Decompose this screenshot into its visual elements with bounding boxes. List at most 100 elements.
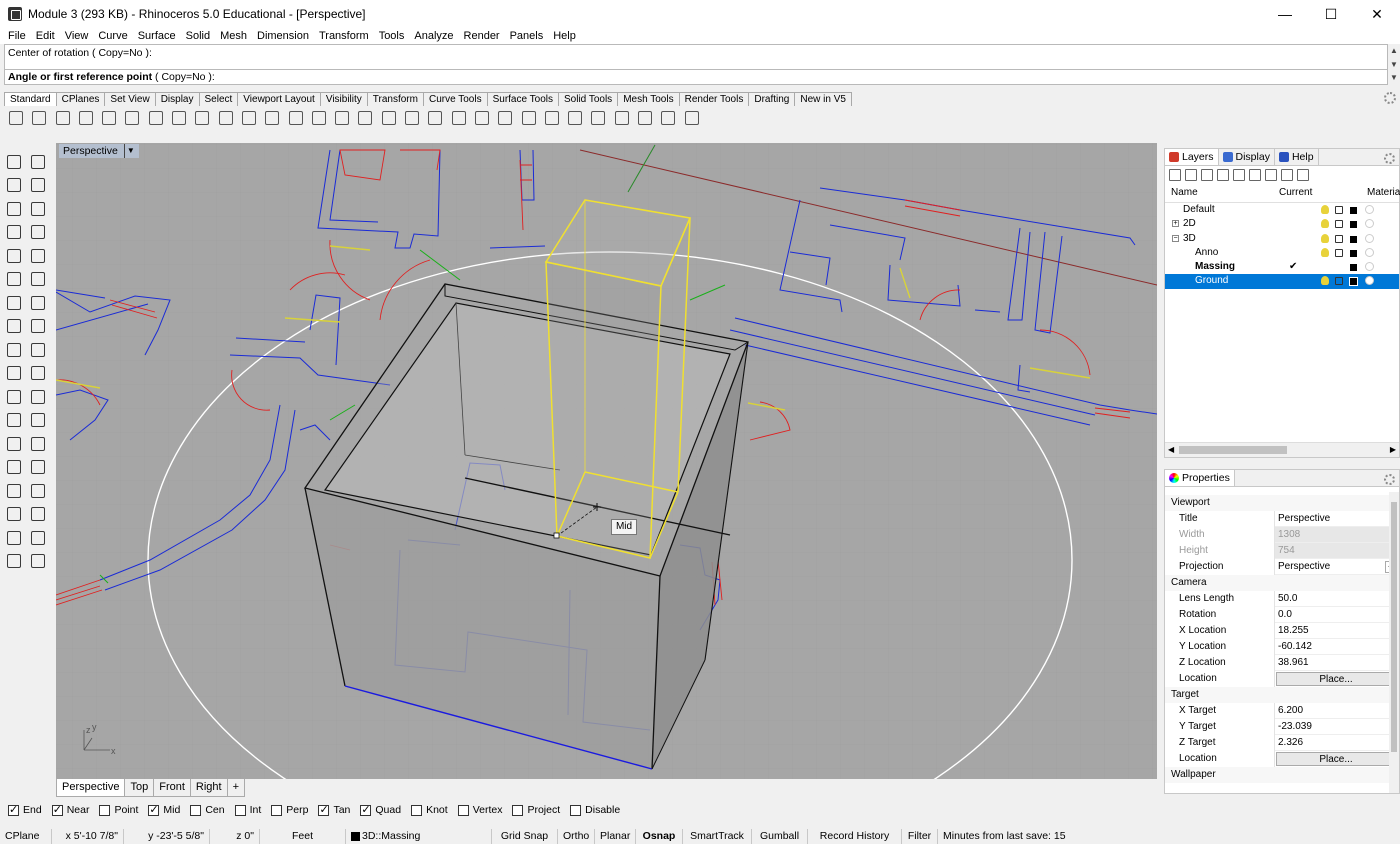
status-smarttrack[interactable]: SmartTrack <box>683 829 752 844</box>
osnap-disable[interactable]: Disable <box>570 804 620 816</box>
osnap-disable-checkbox[interactable] <box>570 804 582 816</box>
material-sphere-icon[interactable] <box>565 108 585 128</box>
osnap-cen[interactable]: Cen <box>190 804 225 816</box>
prop-yloc-input[interactable]: -60.142 <box>1275 639 1399 655</box>
status-cplane[interactable]: CPlane <box>0 829 52 844</box>
move-parent-icon[interactable] <box>1249 168 1261 181</box>
osnap-quad-checkbox[interactable] <box>360 803 372 816</box>
print-icon[interactable] <box>76 108 96 128</box>
scroll-end-icon[interactable]: ▼ <box>1388 71 1400 85</box>
osnap-vertex-checkbox[interactable] <box>457 804 469 816</box>
camera-place-button[interactable]: Place... <box>1276 672 1396 686</box>
viewport-menu-icon[interactable]: ▼ <box>123 144 135 158</box>
visibility-bulb-icon[interactable] <box>1321 247 1329 257</box>
bounding-box-icon[interactable] <box>28 504 48 524</box>
section-target[interactable]: Target <box>1165 687 1399 703</box>
prop-ztgt-input[interactable]: 2.326 <box>1275 735 1399 751</box>
osnap-end[interactable]: End <box>8 803 42 816</box>
split-icon[interactable] <box>28 363 48 383</box>
osnap-tan-checkbox[interactable] <box>318 803 330 816</box>
delete-layer-icon[interactable] <box>1201 168 1213 181</box>
status-ortho[interactable]: Ortho <box>558 829 595 844</box>
layers-hscroll-thumb[interactable] <box>1179 446 1287 454</box>
material-icon[interactable] <box>1365 205 1374 214</box>
tab-mesh-tools[interactable]: Mesh Tools <box>617 92 680 106</box>
material-icon[interactable] <box>1365 276 1374 286</box>
osnap-mid[interactable]: Mid <box>148 803 180 816</box>
visibility-bulb-icon[interactable] <box>1321 276 1329 286</box>
select-arrow-icon[interactable] <box>4 152 24 172</box>
osnap-cen-checkbox[interactable] <box>190 804 202 816</box>
menu-edit[interactable]: Edit <box>31 30 60 42</box>
render-sphere-icon[interactable] <box>542 108 562 128</box>
move-icon[interactable] <box>4 528 24 548</box>
points-icon[interactable] <box>425 108 445 128</box>
prop-ytgt-input[interactable]: -23.039 <box>1275 719 1399 735</box>
prop-xloc-input[interactable]: 18.255 <box>1275 623 1399 639</box>
ellipse-icon[interactable] <box>28 199 48 219</box>
osnap-int-checkbox[interactable] <box>234 804 246 816</box>
join-icon[interactable] <box>4 387 24 407</box>
tab-select[interactable]: Select <box>198 92 239 106</box>
import-icon[interactable] <box>99 108 119 128</box>
close-button[interactable]: ✕ <box>1354 0 1400 28</box>
prop-title-input[interactable]: Perspective <box>1275 511 1399 527</box>
material-icon[interactable] <box>1365 247 1374 257</box>
options-icon[interactable] <box>612 108 632 128</box>
menu-file[interactable]: File <box>3 30 31 42</box>
tab-set-view[interactable]: Set View <box>104 92 156 106</box>
material-icon[interactable] <box>1365 233 1374 243</box>
copy-icon[interactable] <box>146 108 166 128</box>
osnap-knot-checkbox[interactable] <box>411 804 423 816</box>
vptab-perspective[interactable]: Perspective <box>56 779 126 797</box>
menu-solid[interactable]: Solid <box>181 30 215 42</box>
menu-analyze[interactable]: Analyze <box>409 30 458 42</box>
menu-panels[interactable]: Panels <box>505 30 549 42</box>
vptab-right[interactable]: Right <box>189 779 228 797</box>
layer-row-ground[interactable]: Ground <box>1165 274 1399 289</box>
layers-gear-icon[interactable] <box>1384 153 1395 164</box>
paste-icon[interactable] <box>169 108 189 128</box>
status-record-history[interactable]: Record History <box>808 829 902 844</box>
menu-tools[interactable]: Tools <box>374 30 410 42</box>
panel-tab-properties[interactable]: Properties <box>1165 470 1235 486</box>
filter-icon[interactable] <box>1265 168 1277 181</box>
material-icon[interactable] <box>1365 219 1374 229</box>
status-grid-snap[interactable]: Grid Snap <box>492 829 558 844</box>
menu-transform[interactable]: Transform <box>314 30 374 42</box>
undo-icon[interactable] <box>192 108 212 128</box>
lock-icon[interactable] <box>472 108 492 128</box>
lock-icon[interactable] <box>1335 248 1343 257</box>
visibility-bulb-icon[interactable] <box>1321 205 1329 214</box>
tab-render-tools[interactable]: Render Tools <box>678 92 750 106</box>
array-icon[interactable] <box>4 457 24 477</box>
open-icon[interactable] <box>29 108 49 128</box>
grid-snap-icon[interactable] <box>658 108 678 128</box>
grid-array-icon[interactable] <box>4 504 24 524</box>
section-viewport[interactable]: Viewport <box>1165 495 1399 511</box>
scroll-right-icon[interactable]: ▶ <box>1390 443 1396 457</box>
command-prompt-options[interactable]: ( Copy=No ): <box>152 71 215 83</box>
curve-from-objects-icon[interactable] <box>4 269 24 289</box>
dimension-icon[interactable] <box>28 434 48 454</box>
col-material[interactable]: Material <box>1367 183 1400 203</box>
panel-tab-display[interactable]: Display <box>1219 149 1275 165</box>
zoom-dynamic-icon[interactable] <box>262 108 282 128</box>
command-scrollbar[interactable]: ▲ ▼ ▼ <box>1388 44 1400 85</box>
tab-solid-tools[interactable]: Solid Tools <box>558 92 619 106</box>
rectangle-icon[interactable] <box>28 222 48 242</box>
tab-transform[interactable]: Transform <box>366 92 424 106</box>
move-down-icon[interactable] <box>1233 168 1245 181</box>
box-icon[interactable] <box>4 293 24 313</box>
tab-curve-tools[interactable]: Curve Tools <box>422 92 488 106</box>
status-gumball[interactable]: Gumball <box>752 829 808 844</box>
fillet-curve-icon[interactable] <box>28 246 48 266</box>
tab-drafting[interactable]: Drafting <box>748 92 796 106</box>
cylinder-icon[interactable] <box>4 316 24 336</box>
osnap-project-checkbox[interactable] <box>512 804 524 816</box>
zoom-selected-icon[interactable] <box>332 108 352 128</box>
prop-zloc-input[interactable]: 38.961 <box>1275 655 1399 671</box>
shade-icon[interactable] <box>495 108 515 128</box>
new-layer-icon[interactable] <box>1169 168 1181 181</box>
zoom-window-icon[interactable] <box>286 108 306 128</box>
